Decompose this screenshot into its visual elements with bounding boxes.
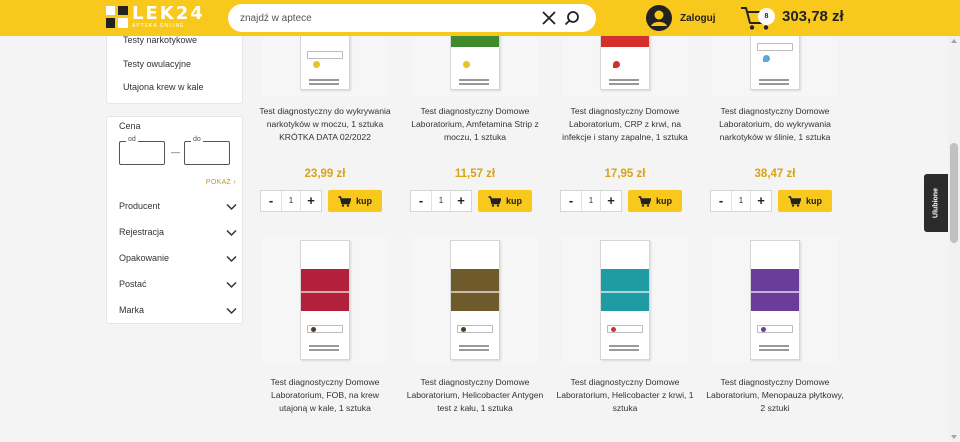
buy-label: kup: [355, 196, 372, 206]
favorites-tab[interactable]: Ulubione: [924, 174, 948, 232]
filter-label: Postać: [119, 279, 147, 289]
price-filter-label: Cena: [119, 121, 141, 131]
filter-panel: Cena od — do POKAŻ › Producent Rejestrac…: [106, 116, 243, 324]
price-from-field[interactable]: od: [119, 136, 165, 165]
scroll-down-arrow[interactable]: [951, 435, 957, 439]
close-icon[interactable]: [541, 10, 557, 26]
cart-icon: [788, 195, 801, 207]
cart-count-badge: 8: [758, 8, 775, 25]
favorites-label: Ulubione: [932, 188, 940, 218]
cart-total: 303,78 zł: [782, 8, 844, 25]
cart-icon: [638, 195, 651, 207]
show-results-link[interactable]: POKAŻ ›: [206, 179, 236, 186]
decrease-button[interactable]: -: [561, 191, 581, 211]
quantity-stepper: - 1 +: [560, 190, 622, 212]
cart-icon: [338, 195, 351, 207]
chevron-down-icon: [226, 307, 237, 315]
buy-label: kup: [805, 196, 822, 206]
filter-label: Marka: [119, 305, 145, 315]
quantity-stepper: - 1 +: [260, 190, 322, 212]
price-to-field[interactable]: do: [184, 136, 230, 165]
product-name[interactable]: Test diagnostyczny Domowe Laboratorium, …: [406, 376, 544, 415]
product-image[interactable]: [712, 236, 838, 362]
add-to-cart-button[interactable]: kup: [778, 190, 832, 212]
filter-label: Opakowanie: [119, 253, 170, 263]
filter-label: Producent: [119, 201, 161, 211]
product-name[interactable]: Test diagnostyczny do wykrywania narkoty…: [256, 105, 394, 144]
cart-button[interactable]: 8 303,78 zł: [740, 5, 844, 31]
product-name[interactable]: Test diagnostyczny Domowe Laboratorium, …: [556, 105, 694, 144]
logo-mark: [106, 6, 128, 28]
chevron-down-icon: [226, 203, 237, 211]
chevron-down-icon: [226, 255, 237, 263]
product-image[interactable]: [412, 236, 538, 362]
search-input[interactable]: [240, 4, 530, 32]
filter-packaging[interactable]: Opakowanie: [119, 253, 237, 267]
quantity-stepper: - 1 +: [710, 190, 772, 212]
product-name[interactable]: Test diagnostyczny Domowe Laboratorium, …: [256, 376, 394, 415]
page-scrollbar[interactable]: [948, 36, 960, 442]
decrease-button[interactable]: -: [711, 191, 731, 211]
quantity-input[interactable]: 1: [431, 191, 451, 211]
product-image[interactable]: [562, 236, 688, 362]
quantity-input[interactable]: 1: [731, 191, 751, 211]
quantity-stepper: - 1 +: [410, 190, 472, 212]
product-price: 17,95 zł: [604, 168, 646, 180]
product-price: 38,47 zł: [754, 168, 796, 180]
category-list: Testy narkotykowe Testy owulacyjne Utajo…: [106, 28, 243, 104]
product-price: 23,99 zł: [304, 168, 346, 180]
filter-form[interactable]: Postać: [119, 279, 237, 293]
login-button[interactable]: Zaloguj: [646, 5, 716, 31]
top-header: LEK24 APTEKA ONLINE Zaloguj 8 303,78 zł: [0, 0, 960, 36]
logo-subtext: APTEKA ONLINE: [132, 23, 185, 29]
quantity-input[interactable]: 1: [581, 191, 601, 211]
filter-brand[interactable]: Marka: [119, 305, 237, 319]
logo[interactable]: LEK24 APTEKA ONLINE: [106, 5, 205, 29]
product-name[interactable]: Test diagnostyczny Domowe Laboratorium, …: [406, 105, 544, 144]
add-to-cart-button[interactable]: kup: [478, 190, 532, 212]
cart-icon: [488, 195, 501, 207]
add-to-cart-button[interactable]: kup: [628, 190, 682, 212]
price-separator: —: [171, 147, 180, 157]
product-name[interactable]: Test diagnostyczny Domowe Laboratorium, …: [706, 105, 844, 144]
quantity-input[interactable]: 1: [281, 191, 301, 211]
increase-button[interactable]: +: [601, 191, 621, 211]
user-icon: [646, 5, 672, 31]
scroll-thumb[interactable]: [950, 143, 958, 243]
category-item[interactable]: Utajona krew w kale: [123, 82, 204, 92]
scroll-up-arrow[interactable]: [951, 39, 957, 43]
buy-label: kup: [505, 196, 522, 206]
price-from-label: od: [126, 136, 138, 143]
chevron-down-icon: [226, 281, 237, 289]
decrease-button[interactable]: -: [411, 191, 431, 211]
product-name[interactable]: Test diagnostyczny Domowe Laboratorium, …: [556, 376, 694, 415]
increase-button[interactable]: +: [451, 191, 471, 211]
filter-registration[interactable]: Rejestracja: [119, 227, 237, 241]
category-item[interactable]: Testy owulacyjne: [123, 59, 191, 69]
price-to-label: do: [191, 136, 203, 143]
search-bar: [228, 4, 596, 32]
buy-label: kup: [655, 196, 672, 206]
increase-button[interactable]: +: [751, 191, 771, 211]
product-name[interactable]: Test diagnostyczny Domowe Laboratorium, …: [706, 376, 844, 415]
category-item[interactable]: Testy narkotykowe: [123, 35, 197, 45]
logo-text: LEK24: [132, 3, 205, 24]
increase-button[interactable]: +: [301, 191, 321, 211]
filter-label: Rejestracja: [119, 227, 165, 237]
decrease-button[interactable]: -: [261, 191, 281, 211]
product-image[interactable]: [262, 236, 388, 362]
product-price: 11,57 zł: [454, 168, 496, 180]
chevron-down-icon: [226, 229, 237, 237]
add-to-cart-button[interactable]: kup: [328, 190, 382, 212]
search-icon[interactable]: [564, 10, 580, 26]
login-label: Zaloguj: [680, 12, 716, 24]
filter-producer[interactable]: Producent: [119, 201, 237, 215]
